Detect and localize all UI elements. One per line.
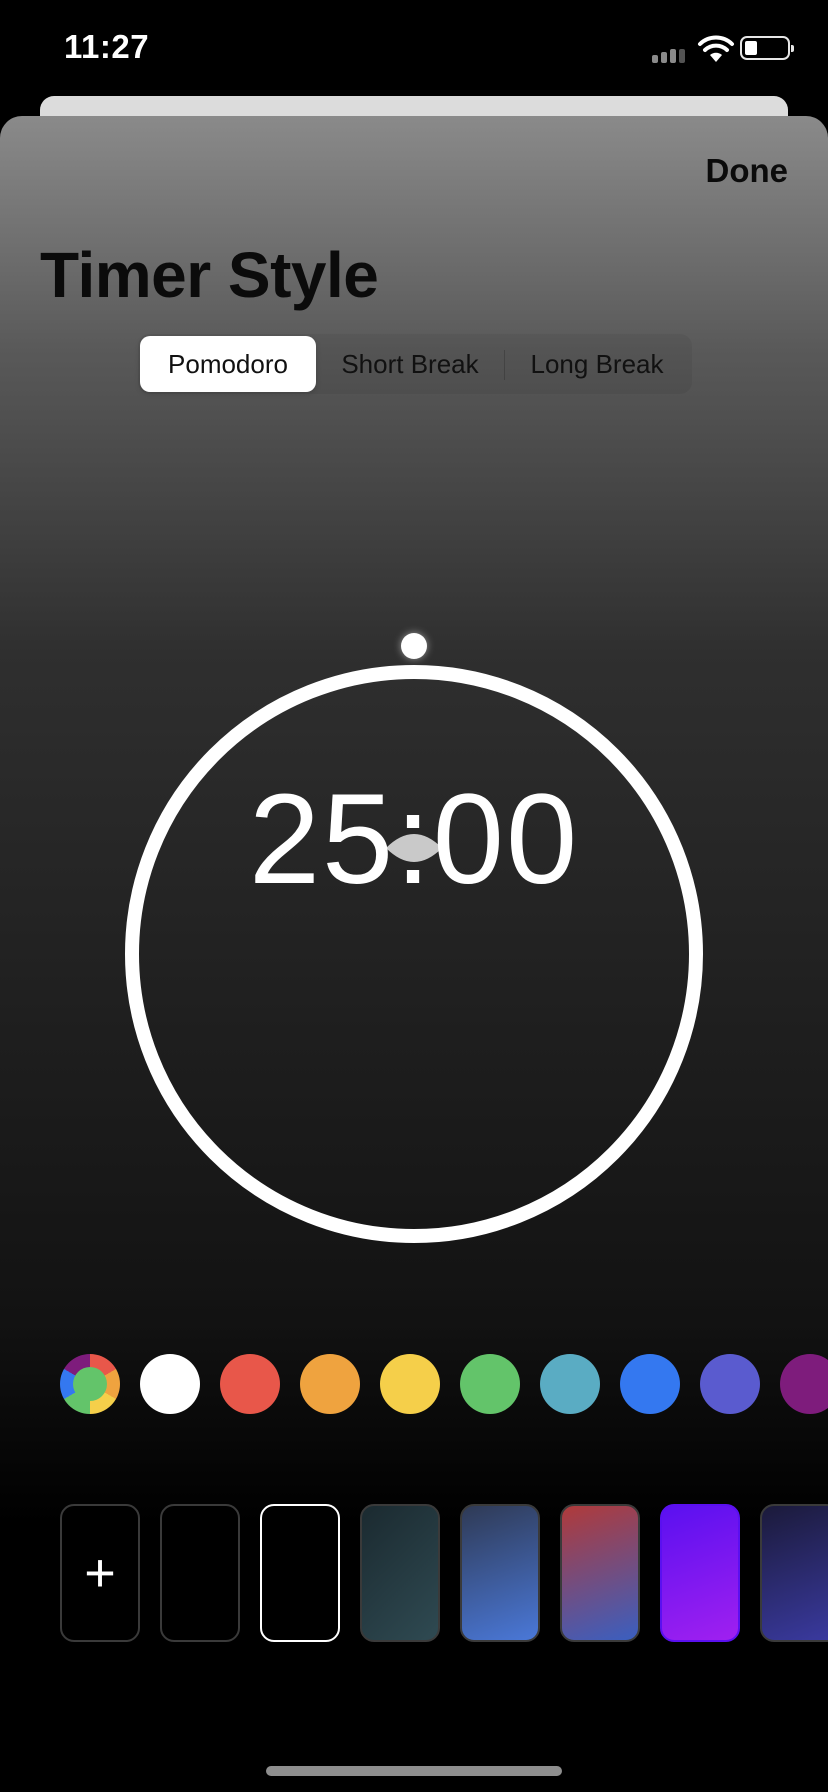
tile-black-selected[interactable]: [260, 1504, 340, 1642]
add-background-button[interactable]: +: [60, 1504, 140, 1642]
tile-red-blue[interactable]: [560, 1504, 640, 1642]
done-button[interactable]: Done: [706, 152, 789, 190]
tile-violet[interactable]: [660, 1504, 740, 1642]
battery-icon: [740, 36, 794, 60]
tile-black[interactable]: [160, 1504, 240, 1642]
swatch-indigo[interactable]: [700, 1354, 760, 1414]
timer-display: 25:00: [248, 768, 580, 911]
segment-short-break[interactable]: Short Break: [316, 336, 504, 392]
dial-handle: [401, 633, 427, 659]
swatch-white[interactable]: [140, 1354, 200, 1414]
color-swatch-row: [60, 1354, 828, 1414]
swatch-orange[interactable]: [300, 1354, 360, 1414]
swatch-yellow[interactable]: [380, 1354, 440, 1414]
swatch-green[interactable]: [460, 1354, 520, 1414]
page-title: Timer Style: [40, 239, 379, 311]
wifi-icon: [698, 35, 734, 62]
home-indicator: [266, 1766, 562, 1776]
segment-pomodoro[interactable]: Pomodoro: [140, 336, 316, 392]
status-bar: 11:27: [0, 0, 828, 100]
swatch-purple[interactable]: [780, 1354, 828, 1414]
tile-dark-teal[interactable]: [360, 1504, 440, 1642]
progress-ring: [125, 665, 703, 1243]
background-tile-row: +: [60, 1504, 828, 1644]
tile-slate-blue[interactable]: [460, 1504, 540, 1642]
timer-type-segmented-control: Pomodoro Short Break Long Break: [138, 334, 692, 394]
swatch-red[interactable]: [220, 1354, 280, 1414]
swatch-blue[interactable]: [620, 1354, 680, 1414]
segment-long-break[interactable]: Long Break: [504, 336, 690, 392]
tile-navy[interactable]: [760, 1504, 828, 1642]
cellular-signal-icon: [652, 49, 685, 63]
swatch-multicolor[interactable]: [60, 1354, 120, 1414]
swatch-teal[interactable]: [540, 1354, 600, 1414]
status-time: 11:27: [64, 28, 150, 65]
